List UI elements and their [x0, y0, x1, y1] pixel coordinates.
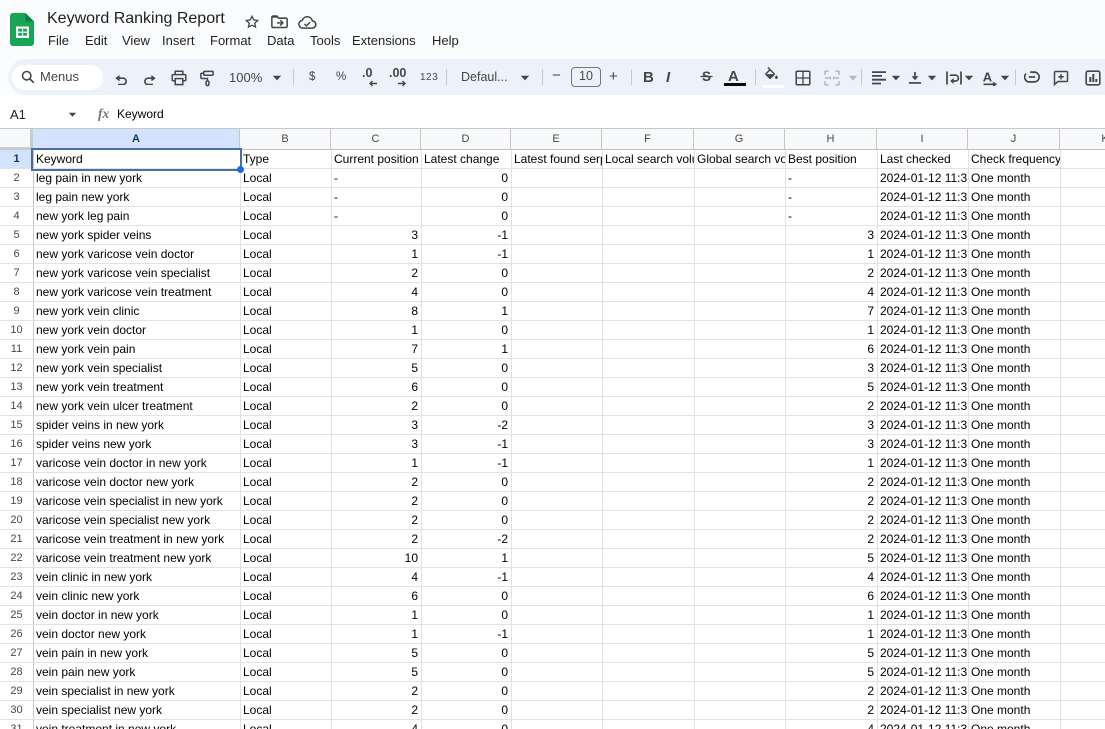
- svg-text:A: A: [983, 70, 993, 85]
